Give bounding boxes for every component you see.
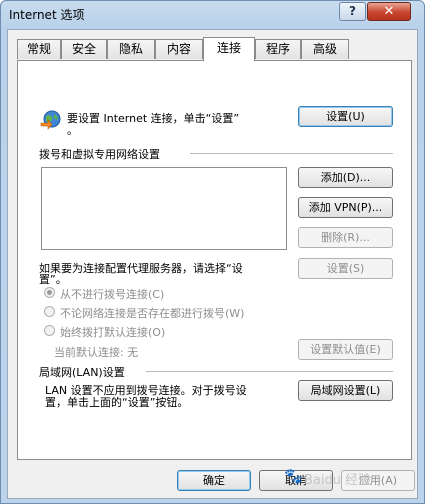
setup-text-line2: 。: [67, 124, 78, 137]
radio-dial-whenever-label[interactable]: 不论网络连接是否存在都进行拨号(W): [60, 305, 244, 321]
question-mark-icon: ?: [349, 4, 356, 18]
add-vpn-button[interactable]: 添加 VPN(P)...: [298, 197, 393, 218]
add-button[interactable]: 添加(D)...: [298, 167, 393, 188]
internet-options-window: Internet 选项 ? ✕ 常规 安全 隐私 内容 连接 程序 高级 要设置…: [0, 0, 425, 504]
remove-button[interactable]: 删除(R)...: [298, 227, 393, 248]
lan-settings-button[interactable]: 局域网设置(L): [298, 380, 393, 401]
connections-listbox[interactable]: [41, 167, 287, 250]
paw-icon: 🐾: [284, 467, 303, 485]
setup-text-line1: 要设置 Internet 连接，单击“设置”: [67, 112, 240, 125]
tab-privacy[interactable]: 隐私: [107, 39, 155, 59]
dialup-divider: [190, 153, 393, 154]
tab-content[interactable]: 内容: [155, 39, 203, 59]
radio-never-dial-label[interactable]: 从不进行拨号连接(C): [60, 286, 164, 302]
lan-text-line2: 置，单击上面的“设置”按钮。: [45, 396, 189, 409]
radio-always-dial-default[interactable]: [44, 325, 55, 336]
watermark-text: Baidu 经验: [304, 473, 372, 488]
connections-tab-panel: 要设置 Internet 连接，单击“设置” 。 设置(U) 拨号和虚拟专用网络…: [17, 60, 412, 460]
dialup-heading: 拨号和虚拟专用网络设置: [39, 148, 160, 161]
window-title: Internet 选项: [9, 8, 85, 22]
current-default-label: 当前默认连接: 无: [54, 346, 139, 359]
close-icon: ✕: [383, 4, 395, 19]
setup-button[interactable]: 设置(U): [298, 106, 393, 127]
tab-programs[interactable]: 程序: [255, 39, 301, 59]
ok-button[interactable]: 确定: [177, 470, 251, 491]
dialog-client-area: 常规 安全 隐私 内容 连接 程序 高级 要设置 Internet 连接，单击“…: [7, 29, 418, 499]
tab-connections[interactable]: 连接: [203, 37, 255, 61]
dialup-settings-button[interactable]: 设置(S): [298, 258, 393, 279]
radio-always-dial-default-label[interactable]: 始终拨打默认连接(O): [60, 324, 165, 340]
globe-connect-icon: [40, 108, 62, 130]
proxy-text-line1: 如果要为连接配置代理服务器，请选择“设: [39, 262, 243, 275]
tab-advanced[interactable]: 高级: [301, 39, 349, 59]
title-bar[interactable]: Internet 选项 ? ✕: [1, 1, 424, 29]
radio-never-dial[interactable]: [44, 287, 55, 298]
radio-dial-whenever[interactable]: [44, 306, 55, 317]
lan-divider: [146, 371, 393, 372]
set-default-button[interactable]: 设置默认值(E): [298, 339, 393, 360]
lan-heading: 局域网(LAN)设置: [39, 366, 125, 379]
tab-general[interactable]: 常规: [17, 39, 61, 59]
tab-security[interactable]: 安全: [61, 39, 107, 59]
close-button[interactable]: ✕: [367, 2, 411, 21]
proxy-text-line2: 置”。: [39, 273, 67, 286]
help-button[interactable]: ?: [339, 2, 366, 21]
